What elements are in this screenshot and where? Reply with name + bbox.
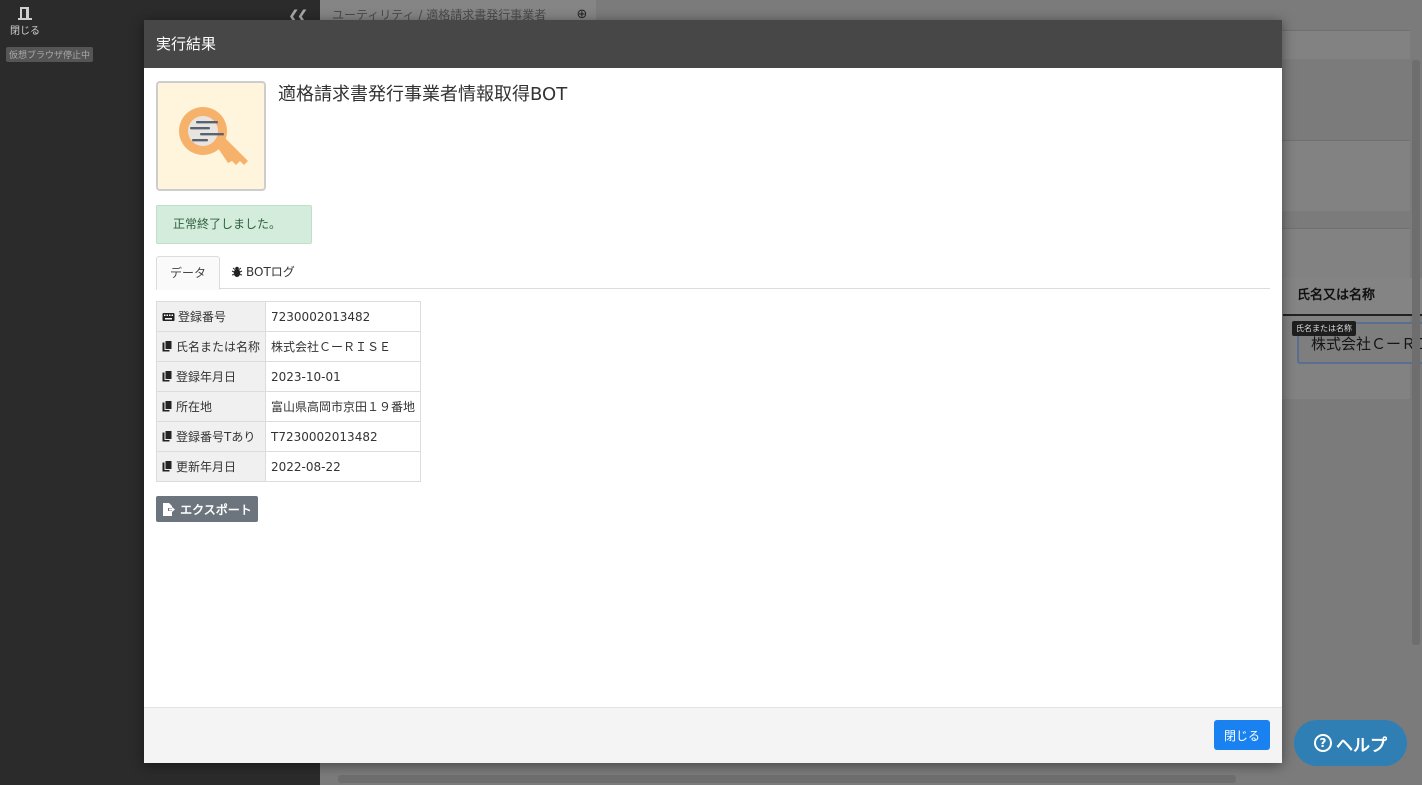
row-label: 氏名または名称 — [176, 340, 261, 354]
modal-body: 適格請求書発行事業者情報取得BOT 正常終了しました。 データ BOTログ 登録… — [144, 68, 1282, 708]
row-label: 登録番号Tあり — [176, 430, 256, 444]
row-label: 更新年月日 — [176, 460, 237, 474]
close-app-button[interactable]: 閉じる — [8, 6, 42, 37]
table-row: 所在地 富山県高岡市京田１９番地 — [155, 391, 422, 422]
door-icon — [18, 7, 32, 20]
export-label: エクスポート — [180, 502, 252, 517]
table-row: 登録番号 7230002013482 — [155, 301, 422, 332]
copy-icon[interactable] — [162, 460, 173, 472]
close-app-label: 閉じる — [10, 26, 40, 37]
copy-icon[interactable] — [162, 430, 173, 442]
result-tabs: データ BOTログ — [156, 256, 1270, 290]
row-value: T7230002013482 — [265, 421, 422, 452]
copy-icon[interactable] — [162, 340, 173, 352]
name-tooltip: 氏名または名称 — [1292, 321, 1356, 336]
bot-key-search-icon — [156, 81, 266, 191]
tab-bot-log[interactable]: BOTログ — [218, 256, 308, 288]
execution-result-modal: 実行結果 適格請求書発行事業者情報取得BOT 正常終了しました。 データ BOT… — [144, 20, 1282, 763]
tab-data[interactable]: データ — [156, 256, 221, 290]
help-label: ヘルプ — [1336, 735, 1387, 756]
copy-icon[interactable] — [162, 400, 173, 412]
help-button[interactable]: ? ヘルプ — [1294, 720, 1407, 766]
row-label: 登録年月日 — [176, 370, 237, 384]
row-label: 登録番号 — [178, 310, 227, 324]
copy-icon[interactable] — [162, 370, 173, 382]
horizontal-scrollbar[interactable] — [338, 775, 1236, 783]
question-icon: ? — [1314, 734, 1332, 752]
table-row: 氏名または名称 株式会社ＣーＲＩＳＥ — [155, 331, 422, 362]
result-table: 登録番号 7230002013482 氏名または名称 株式会社ＣーＲＩＳＥ 登録… — [155, 301, 422, 482]
modal-title: 実行結果 — [144, 20, 1282, 68]
table-row: 登録番号Tあり T7230002013482 — [155, 421, 422, 452]
virtual-browser-status-badge: 仮想ブラウザ停止中 — [6, 47, 94, 62]
tab-bot-log-label: BOTログ — [246, 265, 295, 279]
keyboard-icon — [162, 313, 175, 321]
file-export-icon — [163, 502, 176, 516]
row-value: 富山県高岡市京田１９番地 — [265, 391, 422, 422]
row-value: 2023-10-01 — [265, 361, 422, 392]
bot-name: 適格請求書発行事業者情報取得BOT — [278, 84, 568, 105]
row-label: 所在地 — [176, 400, 213, 414]
row-value: 2022-08-22 — [265, 451, 422, 482]
row-value: 株式会社ＣーＲＩＳＥ — [265, 331, 422, 362]
column-header-name: 氏名又は名称 — [1283, 278, 1422, 316]
modal-footer: 閉じる — [144, 707, 1282, 763]
success-alert: 正常終了しました。 — [156, 205, 312, 244]
bug-icon — [231, 266, 243, 277]
close-button[interactable]: 閉じる — [1214, 720, 1270, 750]
table-row: 登録年月日 2023-10-01 — [155, 361, 422, 392]
table-row: 更新年月日 2022-08-22 — [155, 451, 422, 482]
vertical-scrollbar[interactable] — [1412, 60, 1420, 645]
export-button[interactable]: エクスポート — [156, 496, 258, 522]
row-value: 7230002013482 — [265, 301, 422, 332]
